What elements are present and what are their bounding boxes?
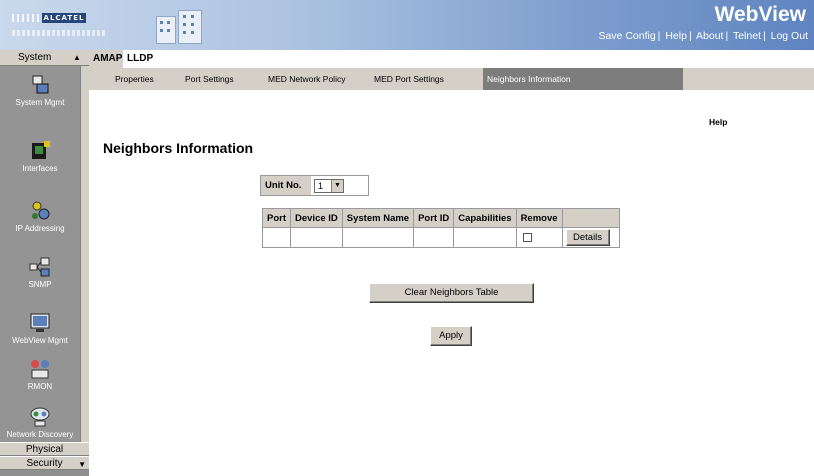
sidebar-item-snmp[interactable]: SNMP [0,256,80,289]
rmon-icon [29,358,51,380]
sidebar-item-network-discovery[interactable]: Network Discovery [0,406,80,439]
left-panel: System ▲ System Mgmt Interfaces IP Addre… [0,50,89,476]
unit-no-filter: Unit No. 1 ▼ [260,175,369,196]
subtab-med-network-policy[interactable]: MED Network Policy [268,68,345,90]
tab-amap[interactable]: AMAP [89,50,127,68]
collapse-up-icon[interactable]: ▲ [73,53,81,63]
subtab-neighbors-information[interactable]: Neighbors Information [483,68,683,90]
unit-no-label: Unit No. [261,176,311,195]
clear-neighbors-table-button[interactable]: Clear Neighbors Table [369,283,534,303]
interfaces-icon [29,140,51,162]
cell-port [262,227,291,248]
header-banner: ALCATEL WebView Save Config | Help | About… [0,0,814,50]
table-row: Details [262,227,620,248]
sidebar-item-webview-mgmt[interactable]: WebView Mgmt [0,312,80,345]
table-header-row: Port Device ID System Name Port ID Capab… [262,208,620,228]
main-tabs: AMAP LLDP [89,50,814,68]
snmp-icon [29,256,51,278]
col-port: Port [262,208,291,228]
apply-button[interactable]: Apply [430,326,472,346]
webview-mgmt-icon [29,312,51,334]
cell-actions: Details [561,227,620,248]
col-system-name: System Name [341,208,415,228]
cell-port-id [413,227,455,248]
col-capabilities: Capabilities [453,208,517,228]
sidebar-scrollbar[interactable] [80,66,89,442]
sidebar-tab-physical[interactable]: Physical [0,442,89,456]
about-link[interactable]: About [696,30,723,42]
sidebar-item-ip-addressing[interactable]: IP Addressing [0,200,80,233]
tab-lldp[interactable]: LLDP [123,50,158,68]
expand-down-icon[interactable]: ▼ [78,458,86,471]
sidebar-item-rmon[interactable]: RMON [0,358,80,391]
cell-capabilities [453,227,517,248]
subtab-properties[interactable]: Properties [115,68,154,90]
sidebar-tab-security[interactable]: Security ▼ [0,456,89,470]
logout-link[interactable]: Log Out [771,30,808,42]
col-port-id: Port ID [413,208,455,228]
sidebar-item-system-mgmt[interactable]: System Mgmt [0,74,80,107]
ip-addressing-icon [29,200,51,222]
save-config-link[interactable]: Save Config [598,30,655,42]
subtab-port-settings[interactable]: Port Settings [185,68,234,90]
help-link[interactable]: Help [709,117,727,127]
neighbors-table: Port Device ID System Name Port ID Capab… [262,208,620,248]
sub-tabs: Properties Port Settings MED Network Pol… [89,68,814,90]
col-device-id: Device ID [290,208,343,228]
page-title: Neighbors Information [103,140,254,156]
col-actions [561,208,620,228]
subtab-med-port-settings[interactable]: MED Port Settings [374,68,444,90]
network-discovery-icon [29,406,51,428]
alcatel-logo-text: ALCATEL [42,13,86,23]
app-title: WebView [714,3,806,26]
unit-no-select[interactable]: 1 ▼ [314,179,344,193]
remove-checkbox[interactable] [522,232,532,242]
building-graphic [152,10,222,46]
sidebar-item-interfaces[interactable]: Interfaces [0,140,80,173]
cell-system-name [341,227,415,248]
cell-device-id [290,227,343,248]
alcatel-logo: ALCATEL [10,8,118,44]
sidebar-section-system[interactable]: System ▲ [0,50,89,66]
system-mgmt-icon [29,74,51,96]
help-link-top[interactable]: Help [665,30,687,42]
sidebar-nav: System Mgmt Interfaces IP Addressing SNM… [0,66,80,442]
sidebar-title: System [18,52,52,63]
top-links: Save Config | Help | About | Telnet | Log Ou… [598,30,808,42]
chevron-down-icon[interactable]: ▼ [331,180,343,192]
col-remove: Remove [515,208,563,228]
sidebar-bottom-tabs: Physical Security ▼ [0,442,89,470]
cell-remove [515,227,563,248]
details-button[interactable]: Details [565,229,610,246]
telnet-link[interactable]: Telnet [733,30,761,42]
